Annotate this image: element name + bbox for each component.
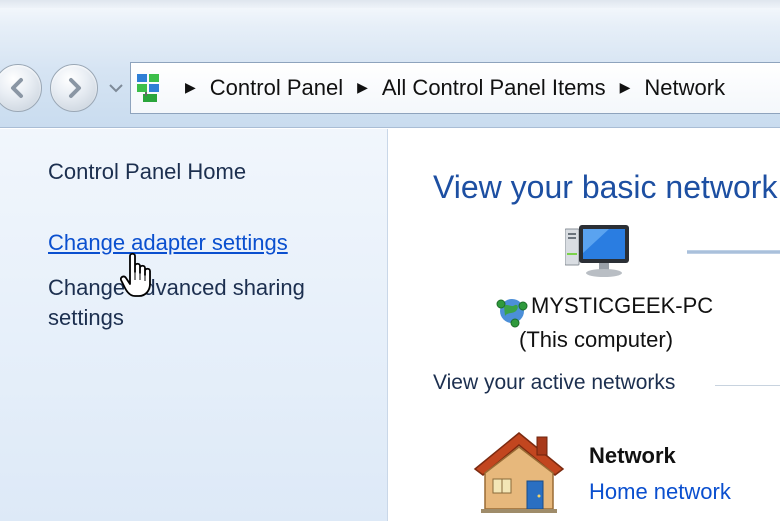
active-networks-heading: View your active networks bbox=[433, 371, 684, 395]
breadcrumb-network[interactable]: Network bbox=[644, 75, 725, 101]
sidebar-item-change-advanced-sharing[interactable]: Change advanced sharing settings bbox=[48, 273, 348, 333]
network-name: Network bbox=[589, 443, 676, 468]
breadcrumb-separator[interactable]: ▶ bbox=[620, 80, 631, 96]
back-button[interactable] bbox=[0, 64, 42, 112]
network-type-link[interactable]: Home network bbox=[589, 479, 731, 505]
connection-line bbox=[687, 250, 780, 254]
breadcrumb-control-panel[interactable]: Control Panel bbox=[210, 75, 343, 101]
sidebar-item-control-panel-home[interactable]: Control Panel Home bbox=[48, 157, 246, 187]
computer-subtitle: (This computer) bbox=[519, 327, 674, 352]
sidebar-item-change-adapter-settings[interactable]: Change adapter settings bbox=[48, 228, 288, 258]
section-divider bbox=[715, 385, 780, 386]
chevron-down-icon[interactable] bbox=[108, 82, 124, 94]
breadcrumb-separator[interactable]: ▶ bbox=[185, 80, 196, 96]
back-arrow-icon bbox=[11, 78, 23, 98]
window-frame bbox=[0, 0, 780, 8]
home-network-icon bbox=[473, 432, 565, 513]
address-bar[interactable]: ▶ Control Panel ▶ All Control Panel Item… bbox=[130, 62, 780, 114]
breadcrumb-separator[interactable]: ▶ bbox=[357, 80, 368, 96]
forward-button[interactable] bbox=[50, 64, 98, 112]
forward-arrow-icon bbox=[69, 78, 81, 98]
control-panel-icon bbox=[135, 70, 171, 106]
breadcrumb-all-items[interactable]: All Control Panel Items bbox=[382, 75, 606, 101]
computer-monitor-icon[interactable] bbox=[565, 223, 633, 279]
main-content: View your basic network MYSTICGEEK-PC (T… bbox=[389, 129, 780, 521]
network-globe-icon bbox=[496, 299, 528, 328]
left-navigation-pane: Control Panel Home Change adapter settin… bbox=[0, 129, 388, 521]
title-bar: ▶ Control Panel ▶ All Control Panel Item… bbox=[0, 0, 780, 128]
computer-name: MYSTICGEEK-PC bbox=[531, 293, 714, 318]
page-title: View your basic network bbox=[433, 169, 778, 205]
hand-cursor-icon bbox=[120, 252, 151, 297]
